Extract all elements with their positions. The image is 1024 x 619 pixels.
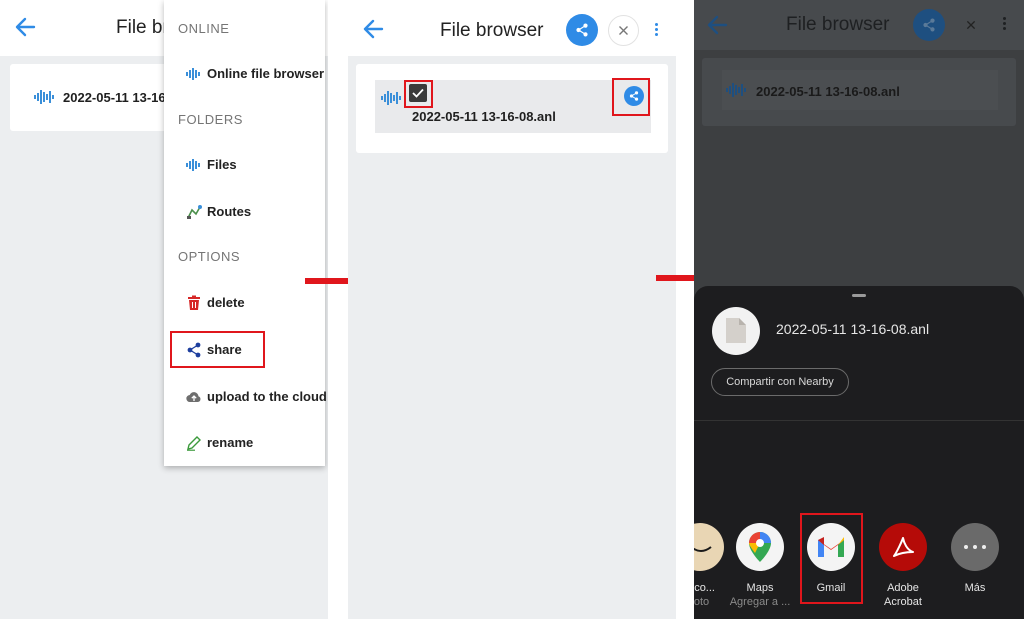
file-card-dimmed: 2022-05-11 13-16-08.anl	[702, 58, 1016, 126]
file-name: 2022-05-11 13-16-08.anl	[412, 109, 556, 124]
menu-item-label: Files	[207, 157, 237, 172]
share-highlight-box	[612, 78, 650, 116]
app-maps[interactable]: Maps Agregar a ...	[724, 523, 796, 613]
cloud-upload-icon	[186, 392, 201, 403]
more-vert-icon[interactable]	[655, 23, 659, 38]
file-preview	[712, 307, 760, 355]
menu-section-online: ONLINE	[178, 21, 230, 36]
file-name: 2022-05-11 13-16-08.anl	[756, 84, 900, 99]
menu-item-files[interactable]: Files	[164, 149, 325, 181]
more-horiz-icon	[951, 523, 999, 571]
sheet-handle[interactable]	[852, 294, 866, 297]
share-highlight-box	[170, 331, 265, 368]
app-label: Maps	[746, 582, 774, 594]
app-sublabel: Acrobat	[884, 596, 922, 608]
app-sublabel: Agregar a ...	[729, 596, 791, 608]
sound-wave-icon	[34, 90, 54, 104]
menu-item-label: rename	[207, 435, 254, 450]
gmail-highlight-box	[800, 513, 863, 604]
selected-file-row: 2022-05-11 13-16-08.anl	[722, 70, 998, 110]
menu-item-label: delete	[207, 295, 245, 310]
menu-item-routes[interactable]: Routes	[164, 196, 325, 228]
sound-wave-icon	[726, 83, 746, 97]
back-arrow-icon	[707, 15, 728, 35]
share-icon	[923, 18, 935, 32]
screen-3-share-sheet: File browser 2022-05-11 13-16-08.anl 202…	[694, 0, 1024, 619]
back-arrow-icon[interactable]	[10, 12, 40, 42]
app-label: Más	[964, 582, 986, 594]
menu-section-options: OPTIONS	[178, 249, 241, 264]
menu-item-label: Online file browser	[207, 66, 325, 81]
share-button[interactable]	[566, 14, 598, 46]
sound-wave-icon	[186, 68, 200, 80]
back-arrow-icon[interactable]	[358, 14, 388, 44]
page-title: File browser	[786, 14, 890, 35]
sound-wave-icon	[186, 159, 200, 171]
checkbox-highlight-box	[404, 80, 433, 108]
page-title: File browser	[440, 20, 544, 41]
more-vert-icon	[1003, 17, 1007, 32]
sound-wave-icon	[381, 91, 401, 105]
screen-2-selection: File browser 2022-05-11 13-16-08.anl	[348, 0, 676, 619]
amazon-icon	[694, 523, 724, 571]
maps-icon	[736, 523, 784, 571]
app-more[interactable]: Más	[939, 523, 1011, 613]
pencil-icon	[187, 436, 201, 451]
sheet-file-name: 2022-05-11 13-16-08.anl	[776, 321, 930, 337]
close-selection-button[interactable]	[608, 15, 639, 46]
menu-item-label: Routes	[207, 204, 252, 219]
routes-icon	[187, 205, 202, 219]
adobe-acrobat-icon	[879, 523, 927, 571]
app-label: Adobe	[887, 582, 919, 594]
menu-item-label: upload to the cloud	[207, 389, 327, 404]
menu-item-online-file-browser[interactable]: Online file browser	[164, 58, 325, 90]
menu-item-delete[interactable]: delete	[164, 287, 325, 319]
divider	[694, 420, 1024, 421]
app-bar: File browser	[348, 0, 676, 56]
share-button	[913, 9, 945, 41]
close-icon	[966, 20, 976, 30]
menu-item-upload[interactable]: upload to the cloud	[164, 381, 327, 413]
menu-item-rename[interactable]: rename	[164, 427, 325, 459]
app-adobe-acrobat[interactable]: Adobe Acrobat	[867, 523, 939, 613]
share-sheet: 2022-05-11 13-16-08.anl Compartir con Ne…	[694, 286, 1024, 619]
close-icon	[619, 26, 628, 35]
file-icon	[726, 318, 746, 343]
trash-icon	[188, 295, 200, 310]
share-icon	[576, 23, 588, 37]
nearby-share-button[interactable]: Compartir con Nearby	[711, 368, 849, 396]
app-bar-dimmed: File browser	[694, 0, 1024, 50]
menu-section-folders: FOLDERS	[178, 112, 243, 127]
screen-1-menu: File browser 2022-05-11 13-16-08.anl ONL…	[0, 0, 328, 619]
overflow-menu: ONLINE Online file browser FOLDERS Files…	[164, 0, 327, 466]
